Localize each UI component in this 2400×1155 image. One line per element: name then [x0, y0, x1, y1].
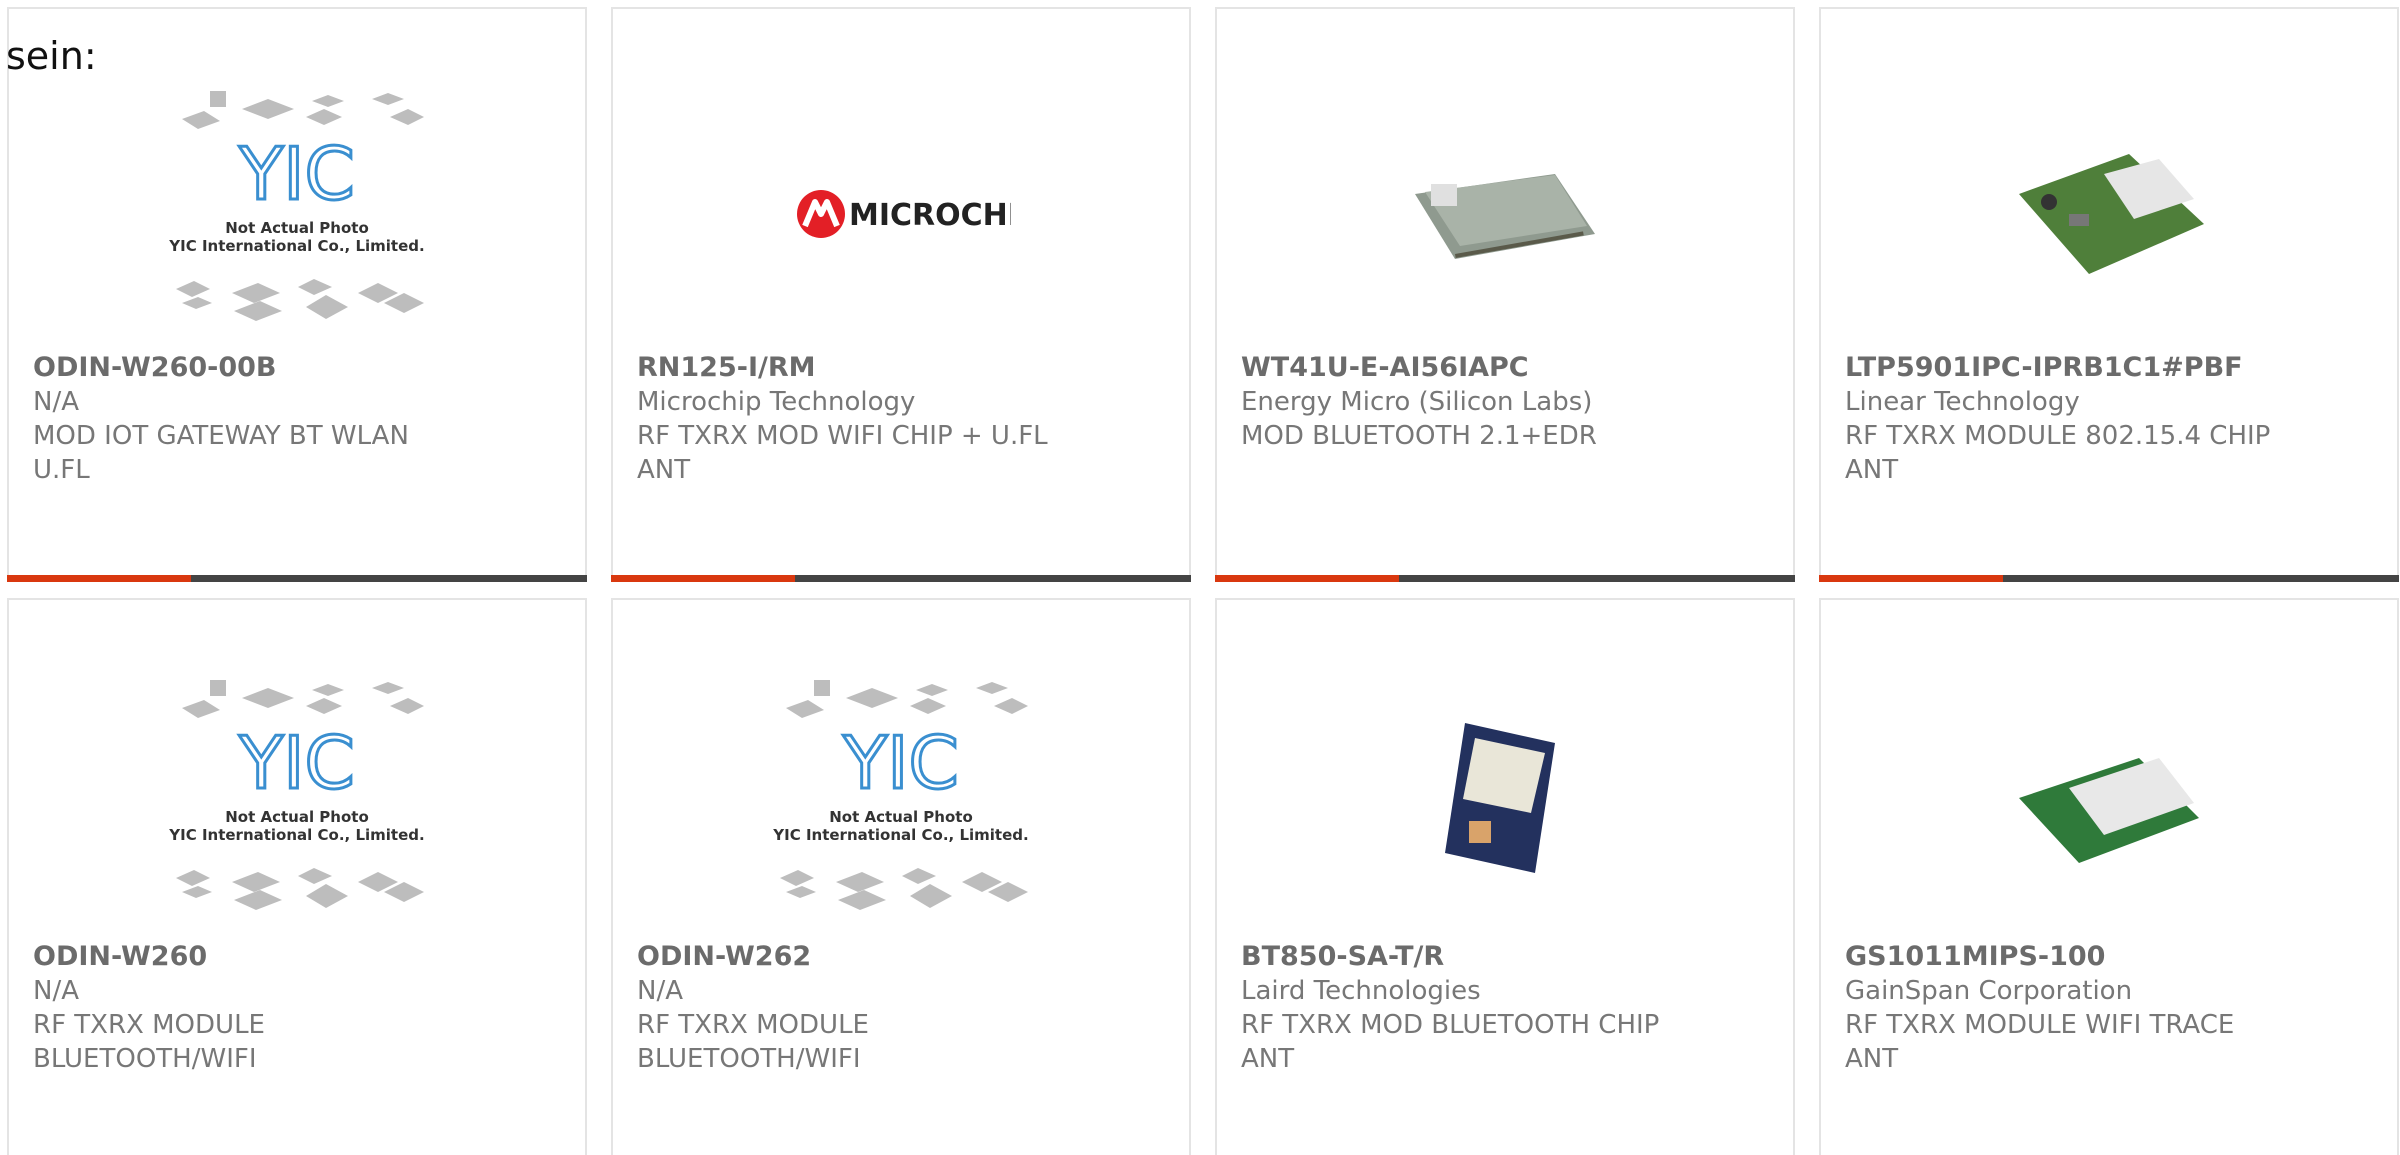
product-image[interactable]: MICROCHIP	[766, 79, 1036, 349]
intro-text: sein:	[6, 34, 97, 78]
card-progress-bar	[1215, 575, 1795, 582]
product-info: WT41U-E-AI56IAPC Energy Micro (Silicon L…	[1241, 351, 1769, 453]
description: RF TXRX MODULE BLUETOOTH/WIFI	[637, 1010, 869, 1074]
product-info: LTP5901IPC-IPRB1C1#PBF Linear Technology…	[1845, 351, 2373, 487]
product-grid-page: sein: YIC Not Actual Photo YIC Internati…	[0, 0, 2400, 1155]
card-progress-accent	[7, 575, 191, 582]
product-info: RN125-I/RM Microchip Technology RF TXRX …	[637, 351, 1165, 487]
manufacturer: Laird Technologies	[1241, 976, 1481, 1006]
card-progress-accent	[1215, 575, 1399, 582]
placeholder-line1: Not Actual Photo	[225, 219, 369, 237]
product-info: ODIN-W262 N/A RF TXRX MODULE BLUETOOTH/W…	[637, 940, 1165, 1076]
part-number[interactable]: ODIN-W260-00B	[33, 351, 561, 385]
yic-logo: YIC	[238, 132, 355, 216]
placeholder-image: YIC Not Actual Photo YIC International C…	[168, 91, 425, 321]
product-info: BT850-SA-T/R Laird Technologies RF TXRX …	[1241, 940, 1769, 1076]
manufacturer: Energy Micro (Silicon Labs)	[1241, 387, 1593, 417]
product-card[interactable]: WT41U-E-AI56IAPC Energy Micro (Silicon L…	[1215, 7, 1795, 582]
yic-logo: YIC	[842, 721, 959, 805]
product-info: ODIN-W260-00B N/A MOD IOT GATEWAY BT WLA…	[33, 351, 561, 487]
microchip-logo: MICROCHIP	[797, 190, 1011, 238]
description: RF TXRX MODULE 802.15.4 CHIP ANT	[1845, 421, 2271, 485]
yic-logo: YIC	[238, 721, 355, 805]
product-image[interactable]	[1974, 79, 2244, 349]
placeholder-line2: YIC International Co., Limited.	[168, 826, 424, 844]
part-number[interactable]: RN125-I/RM	[637, 351, 1165, 385]
placeholder-line1: Not Actual Photo	[829, 808, 973, 826]
product-card[interactable]: LTP5901IPC-IPRB1C1#PBF Linear Technology…	[1819, 7, 2399, 582]
module-photo	[2019, 154, 2204, 274]
product-card[interactable]: YIC Not Actual Photo YIC International C…	[611, 598, 1191, 1155]
product-card[interactable]: YIC Not Actual Photo YIC International C…	[7, 598, 587, 1155]
manufacturer: N/A	[637, 976, 683, 1006]
product-card[interactable]: MICROCHIP RN125-I/RM Microchip Technolog…	[611, 7, 1191, 582]
description: RF TXRX MOD WIFI CHIP + U.FL ANT	[637, 421, 1048, 485]
part-number[interactable]: LTP5901IPC-IPRB1C1#PBF	[1845, 351, 2373, 385]
product-image[interactable]	[1370, 79, 1640, 349]
manufacturer: GainSpan Corporation	[1845, 976, 2133, 1006]
product-info: GS1011MIPS-100 GainSpan Corporation RF T…	[1845, 940, 2373, 1076]
manufacturer: Microchip Technology	[637, 387, 916, 417]
part-number[interactable]: BT850-SA-T/R	[1241, 940, 1769, 974]
manufacturer: Linear Technology	[1845, 387, 2080, 417]
placeholder-line1: Not Actual Photo	[225, 808, 369, 826]
placeholder-line2: YIC International Co., Limited.	[772, 826, 1028, 844]
product-image[interactable]	[1370, 668, 1640, 938]
description: MOD IOT GATEWAY BT WLAN U.FL	[33, 421, 409, 485]
module-photo	[1445, 723, 1555, 873]
product-info: ODIN-W260 N/A RF TXRX MODULE BLUETOOTH/W…	[33, 940, 561, 1076]
card-progress-accent	[1819, 575, 2003, 582]
description: RF TXRX MODULE WIFI TRACE ANT	[1845, 1010, 2235, 1074]
product-card[interactable]: YIC Not Actual Photo YIC International C…	[7, 7, 587, 582]
manufacturer: N/A	[33, 387, 79, 417]
placeholder-line2: YIC International Co., Limited.	[168, 237, 424, 255]
product-card[interactable]: GS1011MIPS-100 GainSpan Corporation RF T…	[1819, 598, 2399, 1155]
module-photo	[2019, 758, 2199, 863]
part-number[interactable]: ODIN-W262	[637, 940, 1165, 974]
microchip-logo-text: MICROCHIP	[849, 198, 1011, 233]
card-progress-bar	[7, 575, 587, 582]
product-image[interactable]	[1974, 668, 2244, 938]
product-image[interactable]: YIC Not Actual Photo YIC International C…	[162, 79, 432, 349]
product-card[interactable]: BT850-SA-T/R Laird Technologies RF TXRX …	[1215, 598, 1795, 1155]
part-number[interactable]: GS1011MIPS-100	[1845, 940, 2373, 974]
product-grid: YIC Not Actual Photo YIC International C…	[7, 7, 2399, 1155]
description: RF TXRX MODULE BLUETOOTH/WIFI	[33, 1010, 265, 1074]
part-number[interactable]: WT41U-E-AI56IAPC	[1241, 351, 1769, 385]
product-image[interactable]: YIC Not Actual Photo YIC International C…	[162, 668, 432, 938]
card-progress-accent	[611, 575, 795, 582]
description: MOD BLUETOOTH 2.1+EDR	[1241, 421, 1597, 451]
part-number[interactable]: ODIN-W260	[33, 940, 561, 974]
card-progress-bar	[611, 575, 1191, 582]
product-image[interactable]: YIC Not Actual Photo YIC International C…	[766, 668, 1036, 938]
placeholder-image: YIC Not Actual Photo YIC International C…	[772, 680, 1029, 910]
card-progress-bar	[1819, 575, 2399, 582]
module-photo	[1415, 174, 1595, 259]
placeholder-image: YIC Not Actual Photo YIC International C…	[168, 680, 425, 910]
description: RF TXRX MOD BLUETOOTH CHIP ANT	[1241, 1010, 1660, 1074]
manufacturer: N/A	[33, 976, 79, 1006]
